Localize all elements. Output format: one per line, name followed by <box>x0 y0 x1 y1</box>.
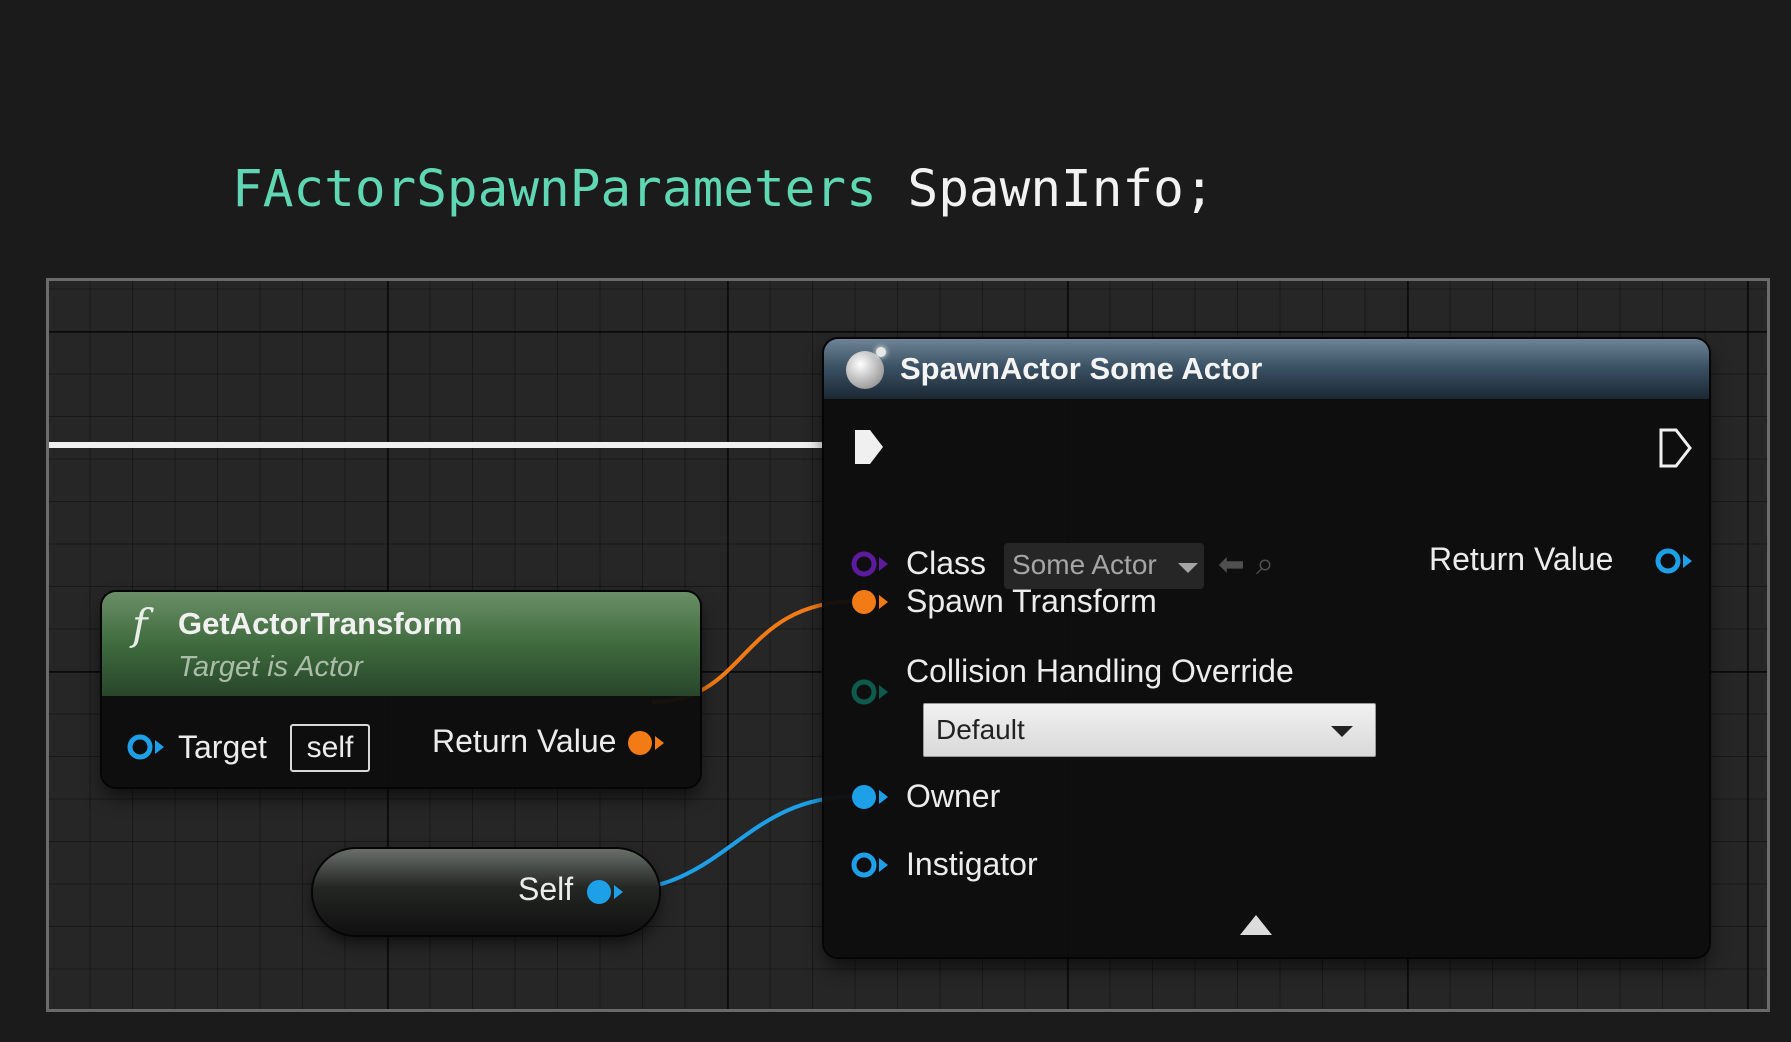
instigator-label: Instigator <box>906 846 1038 882</box>
browse-arrow-icon[interactable]: ⬅ <box>1218 545 1245 583</box>
class-select-value: Some Actor <box>1012 549 1157 580</box>
self-node-label: Self <box>518 871 574 907</box>
search-icon[interactable]: ⌕ <box>1256 545 1274 583</box>
collision-handling-dropdown[interactable]: Default <box>923 703 1376 757</box>
exec-output-icon[interactable] <box>1658 427 1694 469</box>
owner-pin[interactable] <box>848 782 892 812</box>
spawn-actor-icon <box>846 347 886 389</box>
instigator-pin[interactable] <box>848 850 892 880</box>
function-icon: f <box>132 600 148 649</box>
spawn-actor-node[interactable]: SpawnActor Some Actor Class Some Actor ⬅… <box>824 339 1709 957</box>
spawn-transform-label: Spawn Transform <box>906 583 1157 619</box>
get-actor-transform-header[interactable]: f GetActorTransform Target is Actor <box>102 592 700 696</box>
code-token: SpawnInfo; <box>876 160 1215 219</box>
exec-input-icon[interactable] <box>852 427 886 467</box>
code-token: FActorSpawnParameters <box>232 160 877 219</box>
gat-return-value-pin[interactable] <box>624 728 668 758</box>
self-node-pin[interactable] <box>583 877 627 907</box>
chevron-down-icon <box>1178 563 1198 573</box>
class-label: Class <box>906 545 987 581</box>
code-line-1: FActorSpawnParameters SpawnInfo; <box>232 156 1644 223</box>
spawn-return-value-pin[interactable] <box>1652 546 1696 576</box>
class-pin[interactable] <box>848 549 892 579</box>
self-node[interactable]: Self <box>313 849 659 935</box>
collision-handling-label: Collision Handling Override <box>906 653 1294 689</box>
get-actor-transform-title: GetActorTransform <box>178 606 463 641</box>
get-actor-transform-subtitle: Target is Actor <box>178 651 363 683</box>
target-label: Target <box>178 729 267 765</box>
get-actor-transform-node[interactable]: f GetActorTransform Target is Actor Targ… <box>102 592 700 787</box>
chevron-down-icon <box>1331 726 1353 737</box>
target-self-field[interactable]: self <box>290 724 370 772</box>
gat-return-value-label: Return Value <box>432 723 617 759</box>
target-pin[interactable] <box>124 732 168 762</box>
collision-handling-pin[interactable] <box>848 677 892 707</box>
owner-label: Owner <box>906 778 1001 814</box>
spawn-actor-header[interactable]: SpawnActor Some Actor <box>824 339 1709 399</box>
spawn-transform-pin[interactable] <box>848 587 892 617</box>
collision-handling-value: Default <box>936 714 1025 745</box>
spawn-return-value-label: Return Value <box>1429 541 1614 577</box>
spawn-actor-title: SpawnActor Some Actor <box>900 351 1263 386</box>
advanced-display-arrow-icon[interactable] <box>1240 915 1272 935</box>
blueprint-graph[interactable]: SpawnActor Some Actor Class Some Actor ⬅… <box>46 278 1770 1012</box>
